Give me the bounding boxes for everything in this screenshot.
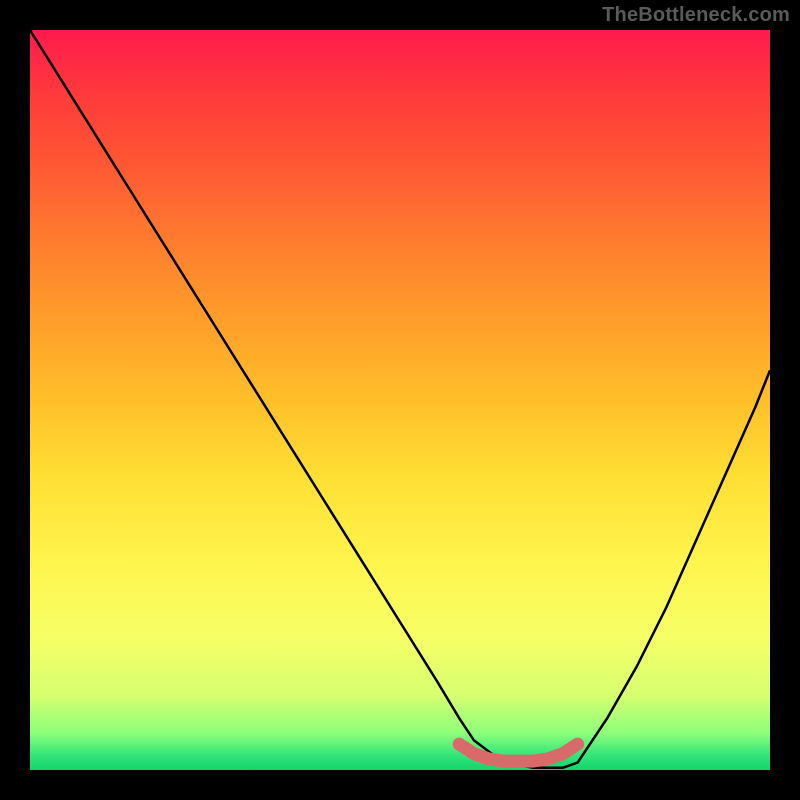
marker-layer bbox=[459, 744, 577, 761]
chart-svg bbox=[30, 30, 770, 770]
bottleneck-curve bbox=[30, 30, 770, 768]
optimal-range-marker bbox=[459, 744, 577, 761]
attribution-label: TheBottleneck.com bbox=[602, 4, 790, 27]
chart-frame: TheBottleneck.com bbox=[0, 0, 800, 800]
plot-area bbox=[30, 30, 770, 770]
curve-layer bbox=[30, 30, 770, 768]
